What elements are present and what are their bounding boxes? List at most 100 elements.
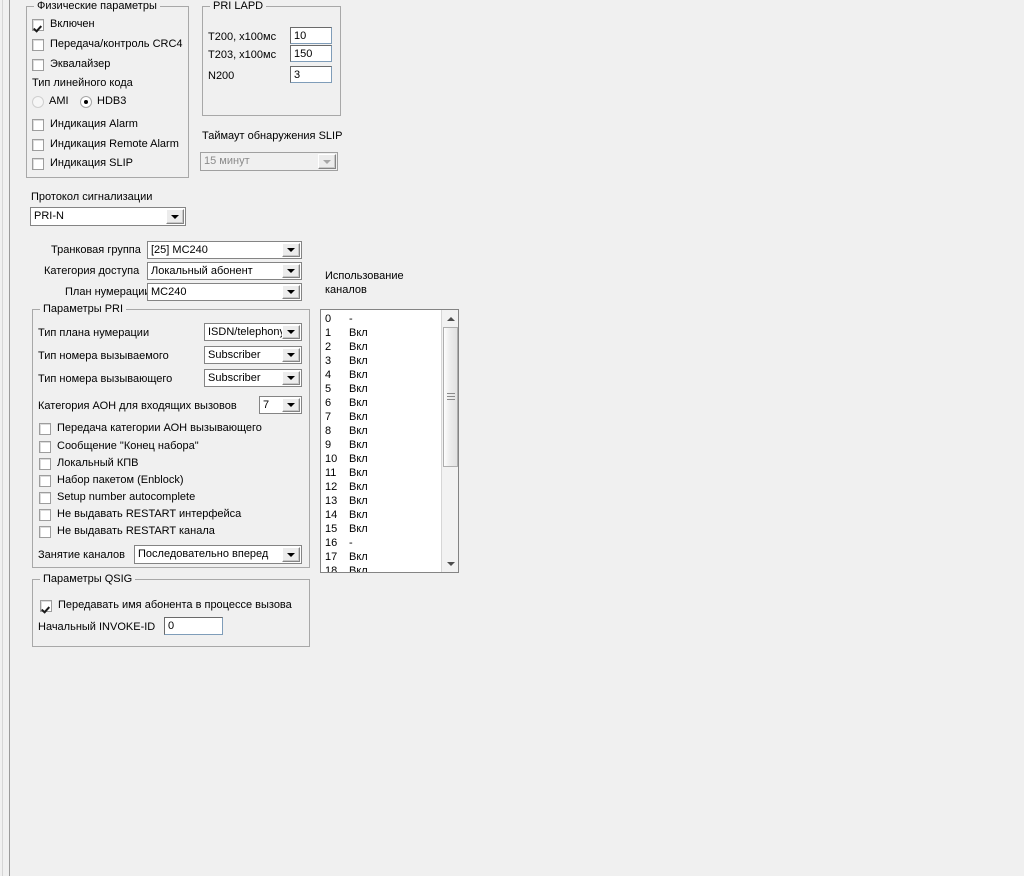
chevron-down-icon[interactable]	[282, 243, 300, 257]
radio-hdb3-label: HDB3	[97, 95, 127, 107]
checkbox-enabled[interactable]: Включен	[32, 18, 95, 31]
checkbox-no-channel-restart-label: Не выдавать RESTART канала	[57, 525, 215, 537]
input-t200[interactable]	[290, 27, 332, 44]
checkbox-local-ringback-box[interactable]	[39, 457, 51, 470]
checkbox-alarm-indication[interactable]: Индикация Alarm	[32, 118, 138, 131]
list-item-value: Вкл	[349, 439, 368, 451]
scrollbar-thumb[interactable]	[443, 327, 458, 467]
checkbox-equalizer-box[interactable]	[32, 58, 44, 71]
checkbox-no-interface-restart[interactable]: Не выдавать RESTART интерфейса	[39, 508, 241, 521]
label-aon-category: Категория АОН для входящих вызовов	[38, 400, 237, 412]
combo-channel-seizure[interactable]: Последовательно вперед	[134, 545, 302, 564]
list-item[interactable]: 13 Вкл	[321, 494, 440, 508]
input-initial-invoke-id[interactable]	[164, 617, 223, 635]
checkbox-slip-indication-box[interactable]	[32, 157, 44, 170]
list-item[interactable]: 4 Вкл	[321, 368, 440, 382]
combo-trunk-group[interactable]: [25] MC240	[147, 241, 302, 259]
input-n200[interactable]	[290, 66, 332, 83]
checkbox-send-subscriber-name-box[interactable]	[40, 599, 52, 612]
list-item-index: 14	[325, 509, 338, 521]
checkbox-enblock-dialing-box[interactable]	[39, 474, 51, 487]
combo-slip-timeout[interactable]: 15 минут	[200, 152, 338, 171]
checkbox-no-channel-restart-box[interactable]	[39, 525, 51, 538]
combo-slip-timeout-value: 15 минут	[204, 155, 250, 167]
list-item[interactable]: 1 Вкл	[321, 326, 440, 340]
list-item[interactable]: 14 Вкл	[321, 508, 440, 522]
radio-hdb3[interactable]: HDB3	[80, 95, 126, 108]
combo-numbering-plan-type[interactable]: ISDN/telephony	[204, 323, 302, 341]
label-t203: T203, x100мс	[208, 49, 277, 61]
checkbox-send-aon-category[interactable]: Передача категории АОН вызывающего	[39, 422, 262, 435]
scroll-down-icon[interactable]	[442, 555, 458, 572]
list-item[interactable]: 18 Вкл	[321, 564, 440, 572]
checkbox-crc4-box[interactable]	[32, 38, 44, 51]
radio-ami[interactable]: AMI	[32, 95, 69, 108]
list-item[interactable]: 15 Вкл	[321, 522, 440, 536]
chevron-down-icon[interactable]	[318, 154, 336, 169]
checkbox-end-of-dial-message-label: Сообщение "Конец набора"	[57, 440, 199, 452]
list-item-index: 2	[325, 341, 332, 353]
checkbox-remote-alarm-indication-box[interactable]	[32, 138, 44, 151]
list-item[interactable]: 8 Вкл	[321, 424, 440, 438]
list-item[interactable]: 9 Вкл	[321, 438, 440, 452]
chevron-down-icon[interactable]	[282, 325, 300, 339]
list-item[interactable]: 0-	[321, 312, 440, 326]
scroll-up-icon[interactable]	[442, 310, 458, 327]
group-pri-parameters-title: Параметры PRI	[40, 303, 127, 315]
list-item[interactable]: 7 Вкл	[321, 410, 440, 424]
label-channel-seizure: Занятие каналов	[38, 549, 126, 561]
chevron-down-icon[interactable]	[282, 547, 300, 562]
checkbox-end-of-dial-message[interactable]: Сообщение "Конец набора"	[39, 440, 199, 453]
chevron-down-icon[interactable]	[282, 398, 300, 412]
checkbox-end-of-dial-message-box[interactable]	[39, 440, 51, 453]
listbox-channel-usage[interactable]: 0-1 Вкл 2 Вкл 3 Вкл 4 Вкл 5 Вкл 6 Вкл 7 Вкл 8 Вкл 9 Вкл 10…	[320, 309, 459, 573]
checkbox-no-interface-restart-box[interactable]	[39, 508, 51, 521]
chevron-down-icon[interactable]	[282, 348, 300, 362]
checkbox-send-aon-category-box[interactable]	[39, 422, 51, 435]
checkbox-remote-alarm-indication[interactable]: Индикация Remote Alarm	[32, 138, 179, 151]
list-item[interactable]: 10 Вкл	[321, 452, 440, 466]
checkbox-enblock-dialing[interactable]: Набор пакетом (Enblock)	[39, 474, 184, 487]
checkbox-slip-indication[interactable]: Индикация SLIP	[32, 157, 133, 170]
checkbox-setup-number-autocomplete[interactable]: Setup number autocomplete	[39, 491, 195, 504]
input-t203[interactable]	[290, 45, 332, 62]
list-item[interactable]: 6 Вкл	[321, 396, 440, 410]
chevron-down-icon[interactable]	[282, 371, 300, 385]
chevron-down-icon[interactable]	[282, 264, 300, 278]
chevron-down-icon[interactable]	[282, 285, 300, 299]
checkbox-crc4[interactable]: Передача/контроль CRC4	[32, 38, 183, 51]
list-item-index: 8	[325, 425, 332, 437]
checkbox-enabled-box[interactable]	[32, 18, 44, 31]
list-item[interactable]: 17 Вкл	[321, 550, 440, 564]
list-item-value: Вкл	[349, 551, 368, 563]
combo-calling-number-type[interactable]: Subscriber	[204, 369, 302, 387]
combo-signaling-protocol[interactable]: PRI-N	[30, 207, 186, 226]
list-item[interactable]: 5 Вкл	[321, 382, 440, 396]
checkbox-equalizer[interactable]: Эквалайзер	[32, 58, 110, 71]
checkbox-no-channel-restart[interactable]: Не выдавать RESTART канала	[39, 525, 215, 538]
checkbox-send-subscriber-name[interactable]: Передавать имя абонента в процессе вызов…	[40, 599, 292, 612]
checkbox-local-ringback[interactable]: Локальный КПВ	[39, 457, 139, 470]
list-item[interactable]: 12 Вкл	[321, 480, 440, 494]
label-signaling-protocol: Протокол сигнализации	[31, 191, 153, 203]
list-item[interactable]: 16-	[321, 536, 440, 550]
checkbox-alarm-indication-label: Индикация Alarm	[50, 118, 138, 130]
list-item[interactable]: 11 Вкл	[321, 466, 440, 480]
checkbox-equalizer-label: Эквалайзер	[50, 58, 111, 70]
combo-called-number-type-value: Subscriber	[208, 348, 261, 361]
radio-ami-box[interactable]	[32, 95, 44, 108]
chevron-down-icon[interactable]	[166, 209, 184, 224]
list-item[interactable]: 3 Вкл	[321, 354, 440, 368]
list-item-index: 15	[325, 523, 338, 535]
list-item-index: 16	[325, 537, 338, 549]
listbox-scrollbar[interactable]	[441, 310, 458, 572]
combo-aon-category[interactable]: 7	[259, 396, 302, 414]
list-item-index: 11	[325, 467, 337, 479]
combo-called-number-type[interactable]: Subscriber	[204, 346, 302, 364]
combo-access-category[interactable]: Локальный абонент	[147, 262, 302, 280]
checkbox-setup-number-autocomplete-box[interactable]	[39, 491, 51, 504]
list-item[interactable]: 2 Вкл	[321, 340, 440, 354]
radio-hdb3-box[interactable]	[80, 95, 92, 108]
combo-numbering-plan[interactable]: MC240	[147, 283, 302, 301]
checkbox-alarm-indication-box[interactable]	[32, 118, 44, 131]
